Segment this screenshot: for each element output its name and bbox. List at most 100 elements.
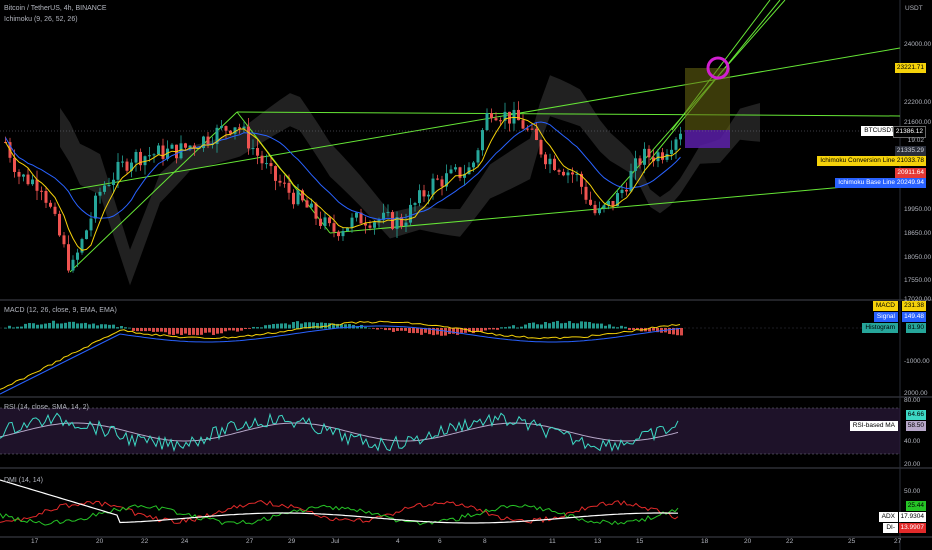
candle-body: [440, 179, 444, 187]
rsi-value-tag: 64.66: [905, 410, 926, 420]
histogram-bar: [652, 328, 655, 331]
histogram-bar: [536, 324, 539, 329]
signal-line: [0, 325, 681, 395]
symbol-title[interactable]: Bitcoin / TetherUS, 4h, BINANCE: [4, 5, 107, 12]
candle-body: [67, 244, 70, 271]
price-tick: 22200.00: [904, 99, 932, 106]
di-plus-value-tag: 25.44: [905, 501, 926, 511]
candle-body: [40, 190, 43, 192]
histogram-bar: [228, 328, 231, 331]
histogram-bar: [516, 327, 519, 329]
histogram-bar: [532, 322, 535, 329]
histogram-bar: [148, 328, 151, 331]
histogram-bar: [144, 328, 147, 332]
adx-label: ADX: [878, 512, 898, 522]
candle-body: [17, 171, 21, 177]
histogram-bar: [456, 328, 459, 335]
candle-body: [107, 184, 111, 186]
price-tick: 19950.00: [904, 206, 932, 213]
histogram-bar: [124, 327, 127, 329]
histogram-bar: [556, 320, 559, 329]
histogram-bar: [372, 328, 375, 329]
candle-body: [454, 167, 457, 170]
time-tick-label: 22: [141, 538, 149, 545]
histogram-bar: [92, 323, 95, 329]
candle-body: [458, 167, 462, 178]
time-tick-label: 8: [483, 538, 487, 545]
candle-body: [62, 235, 66, 245]
time-tick-label: 22: [786, 538, 794, 545]
candle-body: [94, 195, 97, 219]
time-tick-label: 25: [848, 538, 856, 545]
candle-body: [44, 190, 48, 203]
histogram-bar: [168, 328, 171, 335]
candle-body: [337, 231, 340, 237]
macd-legend[interactable]: MACD (12, 26, close, 9, EMA, EMA): [4, 307, 117, 314]
histogram-bar: [112, 324, 115, 329]
macd-tick: 2000.00: [904, 390, 928, 397]
histogram-bar: [28, 323, 31, 329]
candle-body: [665, 154, 669, 160]
rsi-tick: 80.00: [904, 397, 921, 404]
dmi-legend[interactable]: DMI (14, 14): [4, 477, 43, 484]
histogram-bar: [296, 321, 299, 329]
histogram-bar: [376, 328, 379, 330]
histogram-bar: [312, 322, 315, 329]
candle-body: [148, 155, 151, 157]
histogram-bar: [104, 324, 107, 329]
candle-body: [422, 190, 426, 197]
histogram-bar: [524, 324, 527, 329]
rsi-legend[interactable]: RSI (14, close, SMA, 14, 2): [4, 404, 89, 411]
histogram-bar: [592, 323, 595, 329]
candle-body: [310, 203, 313, 208]
grid: [0, 0, 932, 550]
histogram-bar: [252, 326, 255, 329]
rsi-ma-value-tag: 58.50: [905, 421, 926, 431]
candle-body: [125, 161, 129, 171]
macd-line: [0, 320, 681, 390]
candle-body: [620, 189, 624, 194]
ichimoku-legend[interactable]: Ichimoku (9, 26, 52, 26): [4, 16, 78, 23]
signal-value-tag: 149.48: [902, 312, 926, 322]
histogram-bar: [236, 328, 239, 332]
histogram-bar: [188, 328, 191, 335]
histogram-bar: [504, 327, 507, 329]
histogram-bar: [600, 323, 603, 329]
histogram-bar: [368, 327, 371, 329]
histogram-bar: [544, 321, 547, 329]
candle-body: [278, 180, 282, 183]
candle-body: [49, 202, 52, 207]
histogram-bar: [76, 323, 79, 329]
candle-body: [598, 208, 601, 214]
adx-value-tag: 17.9304: [898, 512, 926, 522]
candle-body: [332, 223, 336, 232]
di-minus-label: DI-: [883, 523, 898, 533]
candle-body: [265, 163, 268, 165]
histogram-bar: [552, 321, 555, 329]
histogram-bar: [436, 328, 439, 335]
price-tick: 21600.00: [904, 119, 932, 126]
candle-body: [53, 206, 57, 214]
candle-body: [242, 126, 246, 129]
time-tick-label: 6: [438, 538, 442, 545]
histogram-bar: [480, 328, 483, 332]
candle-body: [674, 139, 678, 150]
histogram-bar: [220, 328, 223, 334]
histogram-bar: [260, 327, 263, 329]
histogram-bar: [248, 328, 251, 329]
chart-canvas[interactable]: [0, 0, 932, 550]
histogram-bar: [4, 327, 7, 329]
macd-value-tag: 231.38: [902, 301, 926, 311]
histogram-bar: [200, 328, 203, 335]
candle-body: [292, 192, 295, 205]
candle-body: [103, 185, 106, 192]
candle-body: [341, 230, 345, 237]
candle-body: [521, 120, 525, 129]
time-tick-label: 29: [288, 538, 296, 545]
candle-body: [328, 217, 331, 224]
rsi-pane: [0, 407, 900, 455]
candle-body: [256, 148, 259, 156]
conversion-line-label: Ichimoku Conversion Line: [817, 156, 898, 166]
trend-channels[interactable]: [69, 0, 901, 273]
histogram-bar: [244, 328, 247, 329]
